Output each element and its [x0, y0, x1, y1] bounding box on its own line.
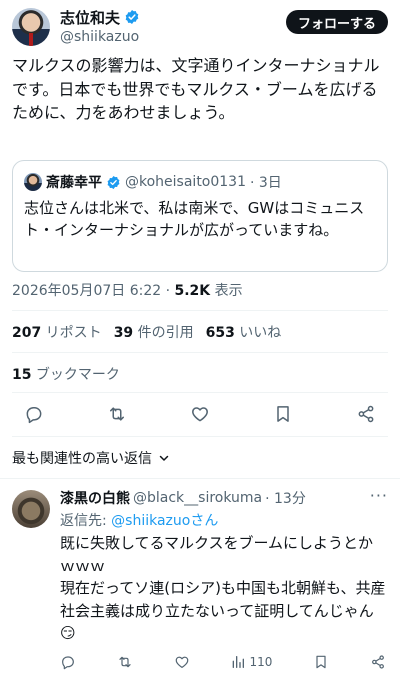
- follow-button[interactable]: フォローする: [285, 10, 388, 34]
- author-name-row: 志位和夫: [60, 7, 140, 27]
- reposts-stat[interactable]: 207 リポスト: [12, 325, 102, 341]
- tweet-timestamp: 2026年05月07日 6:22 · 5.2K 表示: [12, 280, 243, 300]
- views-count: 5.2K: [174, 283, 211, 299]
- quoted-author-handle: @koheisaito0131: [125, 174, 246, 190]
- divider: [12, 436, 388, 437]
- like-icon[interactable]: [190, 404, 210, 424]
- reply-author-avatar[interactable]: [12, 490, 50, 528]
- quoted-tweet-text: 志位さんは北米で、私は南米で、GWはコミュニスト・インターナショナルが広がってい…: [24, 199, 365, 239]
- like-icon[interactable]: [174, 654, 190, 670]
- likes-stat[interactable]: 653 いいね: [206, 325, 282, 341]
- quoted-tweet-time: · 3日: [250, 175, 282, 191]
- tweet-datetime[interactable]: 2026年05月07日 6:22 ·: [12, 283, 175, 299]
- verified-badge-icon: [125, 10, 139, 24]
- reply-action-bar: 110: [60, 652, 386, 672]
- divider: [12, 352, 388, 353]
- reply-to-label: 返信先:: [60, 513, 112, 529]
- quotes-stat[interactable]: 39 件の引用: [114, 325, 194, 341]
- share-icon[interactable]: [370, 654, 386, 670]
- reply-sort-dropdown[interactable]: 最も関連性の高い返信: [12, 448, 170, 468]
- author-avatar[interactable]: [12, 8, 50, 46]
- divider: [12, 310, 388, 311]
- bookmarks-stat[interactable]: 15 ブックマーク: [12, 364, 120, 384]
- reply-icon[interactable]: [60, 654, 76, 670]
- verified-badge-icon: [107, 175, 120, 189]
- reply-text: 既に失敗してるマルクスをブームにしようとかｗｗｗ 現在だってソ連(ロシア)も中国…: [60, 534, 386, 642]
- reply-sort-label: 最も関連性の高い返信: [12, 451, 152, 467]
- repost-icon[interactable]: [117, 654, 133, 670]
- quoted-tweet-card[interactable]: 斎藤幸平 @koheisaito0131 · 3日 志位さんは北米で、私は南米で…: [12, 160, 388, 272]
- bookmark-icon[interactable]: [273, 404, 293, 424]
- views-label: 表示: [210, 283, 243, 299]
- chevron-down-icon: [159, 455, 169, 461]
- reply-author-handle[interactable]: @black__sirokuma: [133, 490, 262, 506]
- reply-views-count: 110: [249, 655, 273, 669]
- quoted-tweet-header: 斎藤幸平 @koheisaito0131 · 3日: [24, 172, 282, 192]
- tweet-action-bar: [24, 402, 376, 426]
- repost-icon[interactable]: [107, 404, 127, 424]
- reply-views[interactable]: 110: [230, 654, 272, 670]
- divider: [12, 392, 388, 393]
- reply-author-name[interactable]: 漆黒の白熊: [60, 488, 130, 508]
- views-icon: [233, 656, 245, 668]
- reply-to-line: 返信先: @shiikazuoさん: [60, 510, 218, 530]
- quoted-author-name: 斎藤幸平: [46, 175, 102, 191]
- more-icon[interactable]: ···: [370, 486, 388, 505]
- author-name[interactable]: 志位和夫: [60, 7, 120, 28]
- quoted-author-avatar: [24, 173, 42, 191]
- bookmark-icon[interactable]: [313, 654, 329, 670]
- tweet-author-header: 志位和夫 @shiikazuo フォローする: [12, 6, 388, 50]
- reply-header: 漆黒の白熊 @black__sirokuma · 13分: [60, 488, 306, 508]
- share-icon[interactable]: [356, 404, 376, 424]
- reply-time[interactable]: · 13分: [265, 488, 306, 508]
- reply-icon[interactable]: [24, 404, 44, 424]
- tweet-stats: 207 リポスト 39 件の引用 653 いいね: [12, 322, 281, 342]
- reply-to-mention[interactable]: @shiikazuoさん: [111, 513, 218, 529]
- author-handle[interactable]: @shiikazuo: [60, 29, 139, 45]
- tweet-text: マルクスの影響力は、文字通りインターナショナルです。日本でも世界でもマルクス・ブ…: [12, 56, 380, 122]
- divider: [0, 478, 400, 479]
